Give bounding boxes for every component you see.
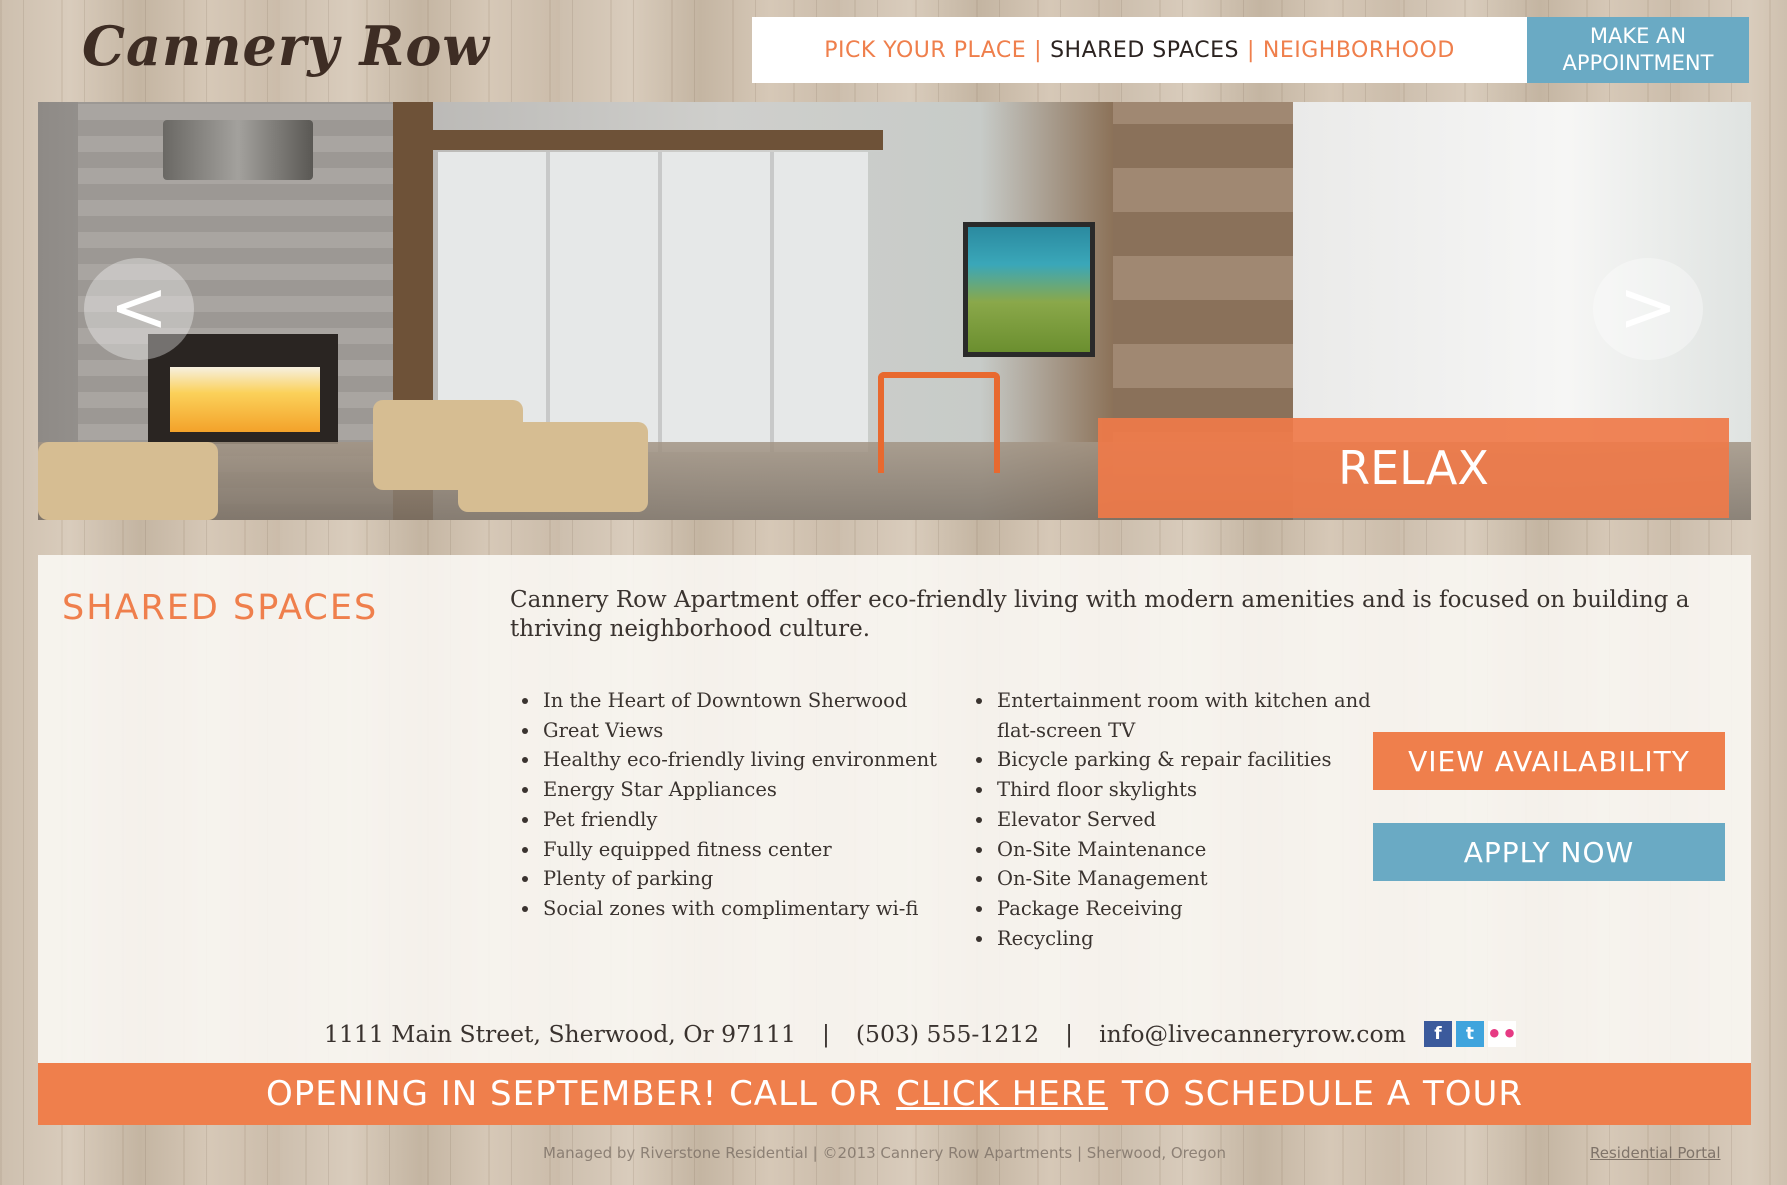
list-item: In the Heart of Downtown Sherwood: [541, 686, 961, 716]
list-item: Third floor skylights: [995, 775, 1395, 805]
hero-chair: [878, 372, 1000, 473]
flickr-icon[interactable]: ••: [1487, 1020, 1518, 1048]
banner-suffix: TO SCHEDULE A TOUR: [1121, 1074, 1523, 1114]
list-item: Entertainment room with kitchen and flat…: [995, 686, 1395, 745]
list-item: Elevator Served: [995, 805, 1395, 835]
footer-text: Managed by Riverstone Residential | ©201…: [543, 1144, 1226, 1162]
list-item: Plenty of parking: [541, 864, 961, 894]
list-item: Bicycle parking & repair facilities: [995, 745, 1395, 775]
tour-banner: OPENING IN SEPTEMBER! CALL OR CLICK HERE…: [38, 1063, 1751, 1125]
section-title: SHARED SPACES: [62, 588, 379, 628]
hero-armchair: [38, 442, 218, 520]
list-item: Energy Star Appliances: [541, 775, 961, 805]
hero-caption: RELAX: [1098, 418, 1729, 518]
facebook-icon[interactable]: f: [1423, 1021, 1452, 1047]
residential-portal-link[interactable]: Residential Portal: [1590, 1144, 1721, 1162]
contact-separator: |: [821, 1020, 830, 1048]
list-item: Package Receiving: [995, 894, 1395, 924]
schedule-tour-link[interactable]: CLICK HERE: [896, 1074, 1108, 1114]
nav-pick-your-place[interactable]: PICK YOUR PLACE: [824, 38, 1026, 63]
list-item: On-Site Management: [995, 864, 1395, 894]
nav-neighborhood[interactable]: NEIGHBORHOOD: [1263, 38, 1455, 63]
logo[interactable]: Cannery Row: [82, 14, 490, 78]
hero-artwork: [963, 222, 1095, 357]
list-item: Recycling: [995, 924, 1395, 954]
hero-beam: [393, 130, 883, 150]
banner-prefix: OPENING IN SEPTEMBER! CALL OR: [265, 1074, 883, 1114]
hero-fire: [170, 367, 320, 432]
contact-bar: 1111 Main Street, Sherwood, Or 97111 | (…: [324, 1017, 1518, 1051]
list-item: Great Views: [541, 716, 961, 746]
amenities-list-left: In the Heart of Downtown Sherwood Great …: [511, 686, 961, 924]
make-appointment-button[interactable]: MAKE AN APPOINTMENT: [1527, 17, 1749, 83]
chevron-right-icon[interactable]: >: [1593, 258, 1703, 360]
list-item: Pet friendly: [541, 805, 961, 835]
list-item: Fully equipped fitness center: [541, 835, 961, 865]
nav-separator: |: [1034, 37, 1043, 63]
hero-lamp: [163, 120, 313, 180]
nav-shared-spaces[interactable]: SHARED SPACES: [1050, 38, 1239, 63]
view-availability-button[interactable]: VIEW AVAILABILITY: [1373, 732, 1725, 790]
phone: (503) 555-1212: [855, 1020, 1040, 1048]
apply-now-button[interactable]: APPLY NOW: [1373, 823, 1725, 881]
social-links: f t ••: [1423, 1020, 1518, 1048]
intro-text: Cannery Row Apartment offer eco-friendly…: [510, 587, 1690, 642]
chevron-left-icon[interactable]: <: [84, 258, 194, 360]
email-link[interactable]: info@livecanneryrow.com: [1099, 1020, 1406, 1048]
list-item: Healthy eco-friendly living environment: [541, 745, 961, 775]
nav-separator: |: [1246, 37, 1255, 63]
hero-armchair: [458, 422, 648, 512]
amenities-list-right: Entertainment room with kitchen and flat…: [965, 686, 1395, 953]
list-item: Social zones with complimentary wi-fi: [541, 894, 961, 924]
twitter-icon[interactable]: t: [1455, 1021, 1484, 1047]
list-item: On-Site Maintenance: [995, 835, 1395, 865]
contact-separator: |: [1065, 1020, 1074, 1048]
address: 1111 Main Street, Sherwood, Or 97111: [324, 1020, 796, 1048]
top-navigation: PICK YOUR PLACE | SHARED SPACES | NEIGHB…: [752, 17, 1527, 83]
